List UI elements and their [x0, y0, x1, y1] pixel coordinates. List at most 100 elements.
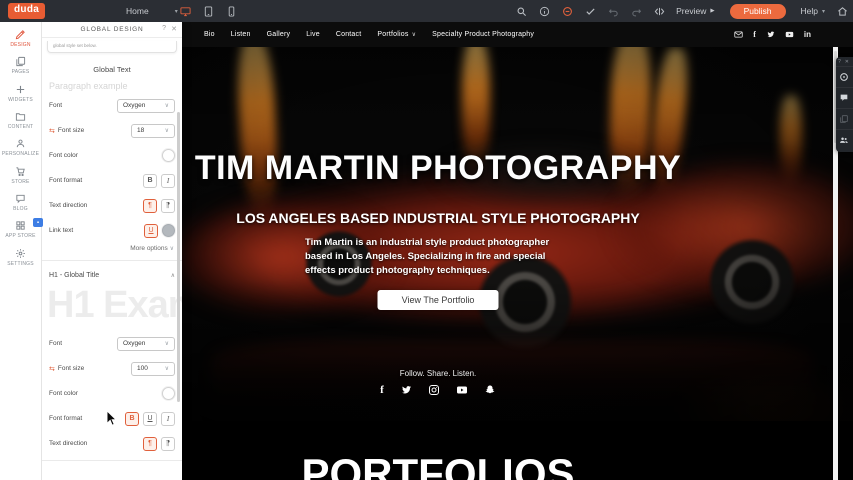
nav-link-live[interactable]: Live — [298, 31, 328, 38]
bold-button[interactable]: B — [143, 174, 157, 188]
link-underline-button[interactable]: U — [144, 224, 158, 238]
twitter-icon[interactable] — [766, 30, 775, 39]
h1-section-header[interactable]: H1 - Global Title ∧ — [42, 265, 182, 285]
duda-logo[interactable]: duda — [8, 3, 45, 19]
info-icon[interactable] — [538, 5, 550, 17]
comments-tool[interactable] — [836, 87, 853, 108]
sidebar-item-widgets[interactable]: WIDGETS — [0, 80, 41, 107]
italic-button[interactable]: I — [161, 174, 175, 188]
tablet-view-icon[interactable] — [202, 5, 214, 17]
h1-font-format-label: Font format — [49, 415, 82, 422]
app-store-badge: ▪ — [33, 218, 43, 227]
desktop-view-icon[interactable] — [179, 5, 191, 17]
font-color-swatch[interactable] — [162, 149, 175, 162]
help-icon[interactable]: ? — [162, 25, 166, 32]
sidebar-item-app-store[interactable]: ▪ APP STORE — [0, 216, 41, 243]
hero-social-icons: f — [182, 384, 694, 396]
font-size-select[interactable]: 18 ∨ — [131, 124, 175, 138]
more-options-link[interactable]: More options ∨ — [42, 243, 182, 256]
nav-link-specialty[interactable]: Specialty Product Photography — [424, 31, 542, 38]
email-icon[interactable] — [734, 30, 743, 39]
font-color-label: Font color — [49, 152, 78, 159]
help-icon[interactable]: ? — [838, 59, 841, 65]
dev-mode-icon[interactable] — [653, 5, 665, 17]
close-icon[interactable]: ✕ — [171, 25, 177, 33]
view-portfolio-button[interactable]: View The Portfolio — [378, 290, 499, 310]
sidebar-item-settings[interactable]: SETTINGS — [0, 243, 41, 270]
twitter-icon[interactable] — [400, 384, 412, 396]
nav-link-bio[interactable]: Bio — [196, 31, 223, 38]
preview-button[interactable]: Preview — [676, 6, 706, 16]
link-color-swatch[interactable] — [162, 224, 175, 237]
h1-font-color-swatch[interactable] — [162, 387, 175, 400]
comment-bubble-icon — [839, 93, 849, 103]
h1-font-size-label: Font size — [58, 365, 84, 372]
youtube-icon[interactable] — [456, 384, 468, 396]
folder-icon — [15, 111, 26, 122]
snapchat-icon[interactable] — [484, 384, 496, 396]
sidebar-item-design[interactable]: DESIGN — [0, 25, 41, 52]
text-direction-label: Text direction — [49, 202, 87, 209]
undo-icon[interactable] — [607, 5, 619, 17]
h1-direction-ltr-button[interactable]: ¶ — [143, 437, 157, 451]
youtube-icon[interactable] — [785, 30, 794, 39]
sidebar-label: CONTENT — [8, 124, 34, 130]
apps-grid-icon — [15, 220, 26, 231]
h1-font-size-select[interactable]: 100 ∨ — [131, 362, 175, 376]
hero-title[interactable]: TIM MARTIN PHOTOGRAPHY — [182, 149, 694, 188]
hero-section: TIM MARTIN PHOTOGRAPHY LOS ANGELES BASED… — [182, 47, 853, 421]
sidebar-label: DESIGN — [10, 42, 30, 48]
sidebar-item-content[interactable]: CONTENT — [0, 107, 41, 134]
h1-italic-button[interactable]: I — [161, 412, 175, 426]
h1-font-size-row: ⇆ Font size 100 ∨ — [42, 356, 182, 381]
facebook-icon[interactable]: f — [753, 31, 756, 39]
nav-link-contact[interactable]: Contact — [328, 31, 370, 38]
instagram-icon[interactable] — [428, 384, 440, 396]
saved-check-icon[interactable] — [584, 5, 596, 17]
sidebar-item-personalize[interactable]: PERSONALIZE — [0, 134, 41, 161]
play-icon: ▶ — [710, 8, 714, 14]
sidebar-item-pages[interactable]: PAGES — [0, 52, 41, 79]
redo-icon[interactable] — [630, 5, 642, 17]
paragraph-style-preview: Paragraph example — [49, 81, 182, 93]
h1-font-select[interactable]: Oxygen ∨ — [117, 337, 175, 351]
floating-toolbar: ? ✕ — [836, 57, 853, 152]
hero-subtitle[interactable]: LOS ANGELES BASED INDUSTRIAL STYLE PHOTO… — [182, 210, 694, 226]
cart-icon — [15, 166, 26, 177]
font-size-row: ⇆ Font size 18 ∨ — [42, 118, 182, 143]
font-select[interactable]: Oxygen ∨ — [117, 99, 175, 113]
divider — [42, 460, 182, 461]
sidebar-item-store[interactable]: STORE — [0, 161, 41, 188]
publish-button[interactable]: Publish — [730, 4, 786, 19]
nav-link-gallery[interactable]: Gallery — [259, 31, 299, 38]
h1-font-value: Oxygen — [123, 340, 145, 347]
facebook-icon[interactable]: f — [380, 384, 384, 396]
panel-title: GLOBAL DESIGN — [42, 26, 182, 33]
team-tool[interactable] — [836, 129, 853, 150]
direction-ltr-button[interactable]: ¶ — [143, 199, 157, 213]
font-color-row: Font color — [42, 143, 182, 168]
close-icon[interactable]: ✕ — [845, 59, 849, 65]
nav-link-portfolios[interactable]: Portfolios ∨ — [369, 31, 424, 38]
linkedin-icon[interactable]: in — [804, 31, 811, 39]
h1-underline-button[interactable]: U — [143, 412, 157, 426]
help-menu[interactable]: Help — [801, 6, 818, 16]
comments-off-icon[interactable] — [561, 5, 573, 17]
page-selector[interactable]: Home — [126, 6, 149, 16]
h1-bold-button[interactable]: B — [125, 412, 139, 426]
dashboard-home-icon[interactable] — [836, 5, 848, 17]
search-icon[interactable] — [515, 5, 527, 17]
panel-scrollbar[interactable] — [177, 112, 180, 402]
hero-paragraph[interactable]: Tim Martin is an industrial style produc… — [305, 236, 571, 277]
portfolios-title[interactable]: PORTFOLIOS — [182, 450, 694, 480]
capture-tool[interactable] — [836, 66, 853, 87]
pages-tool[interactable] — [836, 108, 853, 129]
font-size-icon: ⇆ — [49, 365, 55, 373]
direction-rtl-button[interactable]: ¶ — [161, 199, 175, 213]
sidebar-item-blog[interactable]: BLOG — [0, 189, 41, 216]
nav-link-listen[interactable]: Listen — [223, 31, 259, 38]
h1-direction-rtl-button[interactable]: ¶ — [161, 437, 175, 451]
font-size-value: 18 — [137, 127, 144, 134]
site-navbar: Bio Listen Gallery Live Contact Portfoli… — [182, 22, 853, 47]
mobile-view-icon[interactable] — [225, 5, 237, 17]
